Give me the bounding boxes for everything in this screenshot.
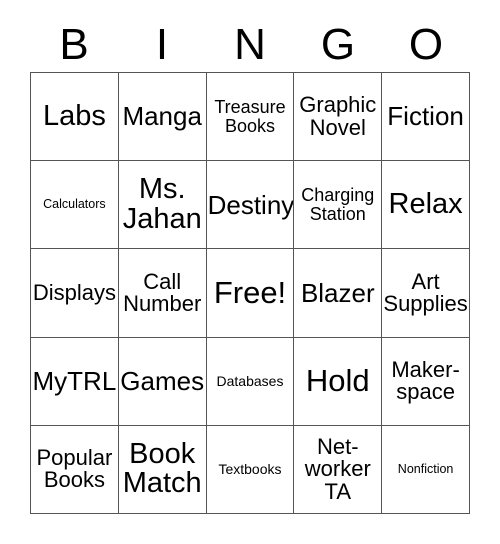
bingo-cell-label: Displays — [32, 279, 116, 305]
bingo-cell-label: Relax — [388, 188, 463, 220]
bingo-header-letter-g: G — [320, 20, 356, 69]
bingo-cell-label: Labs — [42, 99, 106, 132]
bingo-cell-label: Maker-space — [391, 356, 460, 405]
bingo-cell[interactable]: Net-worker TA — [294, 425, 383, 514]
bingo-cell[interactable]: Textbooks — [206, 425, 295, 514]
bingo-header-letter-o: O — [408, 20, 444, 69]
bingo-cell-label: Ms. Jahan — [122, 173, 202, 235]
bingo-cell[interactable]: Popular Books — [31, 425, 119, 514]
bingo-cell[interactable]: Graphic Novel — [294, 73, 383, 162]
bingo-cell-label: Graphic Novel — [299, 92, 377, 140]
bingo-header-letter-b: B — [59, 20, 89, 69]
bingo-cell[interactable]: Charging Station — [294, 161, 383, 250]
bingo-card: B I N G O Labs Manga Treasure Books Grap… — [0, 0, 500, 544]
bingo-cell[interactable]: Displays — [31, 249, 119, 338]
bingo-cell[interactable]: Nonfiction — [382, 425, 470, 514]
bingo-header-letter-n: N — [234, 20, 266, 69]
bingo-cell-label: Manga — [122, 101, 202, 132]
bingo-cell[interactable]: Art Supplies — [382, 249, 470, 338]
bingo-cell-label: Book Match — [122, 437, 202, 500]
bingo-cell[interactable]: Games — [118, 337, 207, 426]
bingo-cell-label: Nonfiction — [397, 462, 454, 477]
bingo-cell[interactable]: Manga — [118, 73, 207, 162]
bingo-cell-free-space[interactable]: Free! — [206, 249, 295, 338]
bingo-header-letter-i: I — [155, 20, 169, 69]
bingo-cell[interactable]: Maker-space — [382, 337, 470, 426]
bingo-cell[interactable]: Ms. Jahan — [118, 161, 207, 250]
bingo-cell-label: Popular Books — [36, 444, 113, 493]
bingo-cell[interactable]: Hold — [294, 337, 383, 426]
bingo-cell-label: Net-worker TA — [304, 433, 371, 504]
bingo-cell[interactable]: Relax — [382, 161, 470, 250]
bingo-cell-label: Fiction — [387, 101, 464, 132]
bingo-cell[interactable]: Destiny — [206, 161, 295, 250]
bingo-cell[interactable]: Blazer — [294, 249, 383, 338]
bingo-cell-label: Games — [120, 365, 205, 396]
bingo-cell-label: Charging Station — [301, 185, 375, 224]
bingo-cell-label: Free! — [213, 275, 287, 311]
bingo-cell-label: Destiny — [207, 189, 295, 220]
bingo-cell[interactable]: Labs — [31, 73, 119, 162]
bingo-cell-label: Blazer — [300, 277, 375, 308]
bingo-cell-label: Databases — [216, 373, 284, 390]
bingo-cell[interactable]: Databases — [206, 337, 295, 426]
bingo-cell[interactable]: Book Match — [118, 425, 207, 514]
bingo-cell-label: Textbooks — [218, 461, 282, 478]
bingo-cell[interactable]: Calculators — [31, 161, 119, 250]
bingo-cell-label: Hold — [305, 363, 370, 399]
bingo-grid: Labs Manga Treasure Books Graphic Novel … — [30, 72, 470, 514]
bingo-cell[interactable]: Call Number — [118, 249, 207, 338]
bingo-cell-label: Call Number — [123, 268, 202, 316]
bingo-cell-label: Art Supplies — [383, 268, 468, 316]
bingo-cell-label: Calculators — [43, 197, 106, 212]
bingo-cell-label: MyTRL — [32, 365, 117, 396]
bingo-cell[interactable]: Fiction — [382, 73, 470, 162]
bingo-cell[interactable]: MyTRL — [31, 337, 119, 426]
bingo-header: B I N G O — [30, 18, 470, 72]
bingo-cell[interactable]: Treasure Books — [206, 73, 295, 162]
bingo-cell-label: Treasure Books — [214, 97, 286, 136]
